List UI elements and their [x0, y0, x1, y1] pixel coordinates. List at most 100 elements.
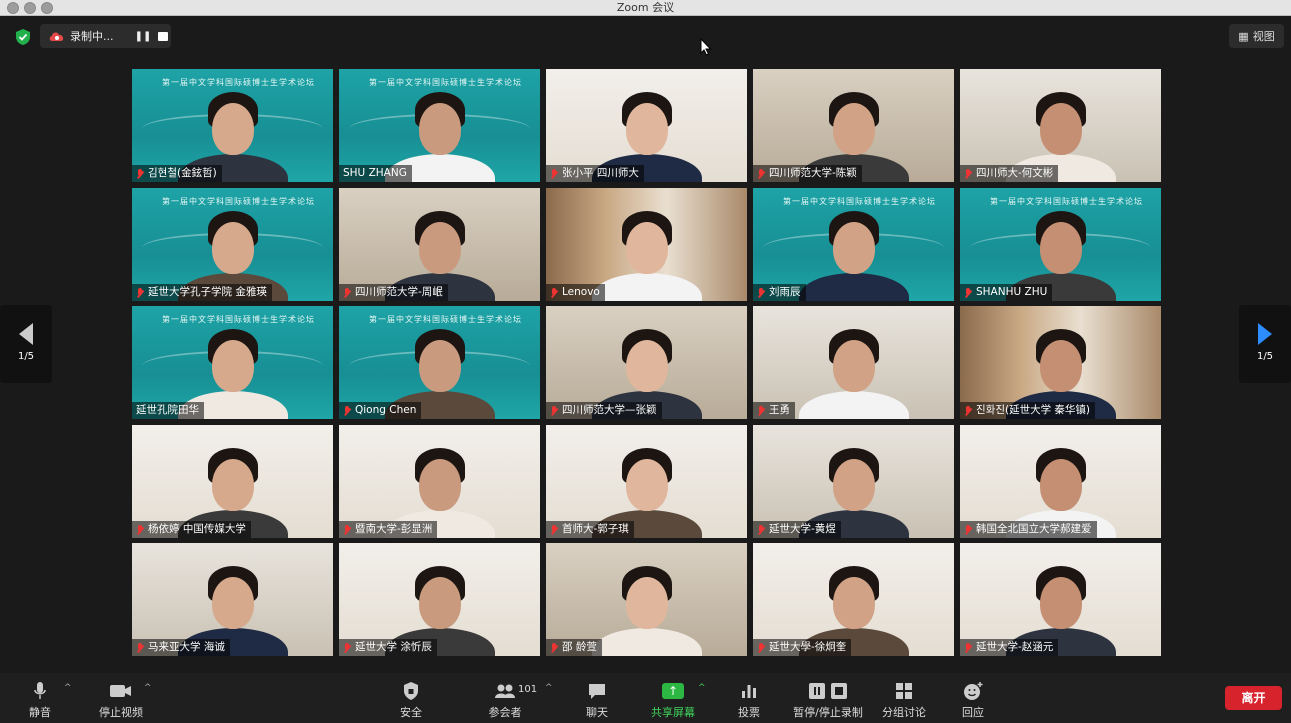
participant-name-label: 延世大学孔子学院 金雅瑛 — [132, 284, 272, 301]
audio-options-chevron-icon[interactable]: ^ — [64, 683, 72, 693]
participant-tile[interactable]: 延世大学-黄煜 — [753, 425, 954, 538]
participant-tile[interactable]: 暨南大学-彭显洲 — [339, 425, 540, 538]
stop-video-button[interactable]: 停止视频 — [96, 673, 146, 723]
participant-tile[interactable]: 张小平 四川师大 — [546, 69, 747, 182]
participant-tile[interactable]: 第一届中文学科国际硕博士生学术论坛 김현철(金鉉哲) — [132, 69, 333, 182]
next-page-button[interactable]: 1/5 — [1239, 305, 1291, 383]
participant-tile[interactable]: 邵 龄萱 — [546, 543, 747, 656]
reactions-button[interactable]: 回应 — [960, 673, 986, 723]
stop-recording-button[interactable] — [158, 31, 168, 41]
shield-icon — [396, 679, 426, 703]
window-title: Zoom 会议 — [616, 1, 675, 14]
participant-face — [832, 221, 875, 274]
participant-face — [625, 576, 668, 629]
security-button[interactable]: 安全 — [396, 673, 426, 723]
previous-page-button[interactable]: 1/5 — [0, 305, 52, 383]
muted-microphone-icon — [964, 287, 972, 298]
muted-microphone-icon — [964, 405, 972, 416]
participant-name-label: SHU ZHANG — [339, 165, 412, 182]
muted-microphone-icon — [550, 287, 558, 298]
participant-name: SHU ZHANG — [343, 167, 407, 179]
participant-tile[interactable]: 王勇 — [753, 306, 954, 419]
muted-microphone-icon — [550, 168, 558, 179]
participant-face — [211, 458, 254, 511]
leave-meeting-button[interactable]: 离开 — [1225, 686, 1282, 710]
participant-name: 刘雨辰 — [769, 286, 801, 298]
participant-face — [625, 102, 668, 155]
participant-tile[interactable]: Lenovo — [546, 188, 747, 301]
participant-name: 延世大學-徐炯奎 — [769, 641, 847, 653]
security-label: 安全 — [400, 706, 422, 719]
virtual-background-banner: 第一届中文学科国际硕博士生学术论坛 — [369, 315, 522, 324]
virtual-background-banner: 第一届中文学科国际硕博士生学术论坛 — [369, 78, 522, 87]
participant-face — [211, 339, 254, 392]
participant-tile[interactable]: 第一届中文学科国际硕博士生学术论坛 延世孔院田华 — [132, 306, 333, 419]
participant-name-label: 王勇 — [753, 402, 795, 419]
participant-tile[interactable]: 第一届中文学科国际硕博士生学术论坛 延世大学孔子学院 金雅瑛 — [132, 188, 333, 301]
video-options-chevron-icon[interactable]: ^ — [144, 683, 152, 693]
share-screen-icon: ↑ — [650, 679, 696, 703]
mute-button[interactable]: 静音 — [22, 673, 58, 723]
pause-recording-button[interactable]: ❚❚ — [134, 31, 152, 42]
participant-tile[interactable]: 延世大學-徐炯奎 — [753, 543, 954, 656]
participants-options-chevron-icon[interactable]: ^ — [545, 683, 553, 693]
participant-tile[interactable]: 马来亚大学 海诚 — [132, 543, 333, 656]
chat-button[interactable]: 聊天 — [583, 673, 611, 723]
share-options-chevron-icon[interactable]: ^ — [698, 683, 706, 693]
participant-tile[interactable]: 韩国全北国立大学郝建爱 — [960, 425, 1161, 538]
participant-face — [418, 221, 461, 274]
participant-name: 延世大学-黄煜 — [769, 523, 836, 535]
arrow-right-icon — [1258, 323, 1272, 345]
recording-indicator: 录制中... ❚❚ — [40, 24, 171, 48]
participant-tile[interactable]: 首师大-郭子琪 — [546, 425, 747, 538]
participant-tile[interactable]: 杨依婷 中国传媒大学 — [132, 425, 333, 538]
participant-face — [1039, 458, 1082, 511]
participant-tile[interactable]: 第一届中文学科国际硕博士生学术论坛 SHANHU ZHU — [960, 188, 1161, 301]
participant-face — [1039, 221, 1082, 274]
participant-tile[interactable]: 第一届中文学科国际硕博士生学术论坛 刘雨辰 — [753, 188, 954, 301]
participant-name-label: 邵 龄萱 — [546, 639, 602, 656]
poll-button[interactable]: 投票 — [737, 673, 761, 723]
security-shield-icon[interactable] — [14, 28, 32, 46]
participant-name-label: 진화진(延世大学 秦华镇) — [960, 402, 1096, 419]
participant-name: SHANHU ZHU — [976, 286, 1048, 298]
participant-name-label: 김현철(金鉉哲) — [132, 165, 222, 182]
smiley-plus-icon — [960, 679, 986, 703]
muted-microphone-icon — [964, 642, 972, 653]
participant-tile[interactable]: 四川师范大学-周岷 — [339, 188, 540, 301]
participant-name: 진화진(延世大学 秦华镇) — [976, 404, 1091, 416]
breakout-rooms-button[interactable]: 分组讨论 — [880, 673, 928, 723]
participant-face — [625, 339, 668, 392]
participants-button[interactable]: 参会者 — [486, 673, 524, 723]
mute-label: 静音 — [29, 706, 51, 719]
participant-name: 延世大学 涂忻辰 — [355, 641, 432, 653]
participant-tile[interactable]: 延世大学-赵涵元 — [960, 543, 1161, 656]
participant-name-label: 四川师范大学-周岷 — [339, 284, 448, 301]
share-screen-label: 共享屏幕 — [651, 706, 695, 719]
participant-face — [832, 339, 875, 392]
muted-microphone-icon — [964, 168, 972, 179]
participant-tile[interactable]: 四川师范大学-陈颖 — [753, 69, 954, 182]
page-indicator-left: 1/5 — [17, 351, 35, 362]
muted-microphone-icon — [343, 287, 351, 298]
participant-face — [1039, 576, 1082, 629]
pause-stop-recording-button[interactable]: 暂停/停止录制 — [792, 673, 864, 723]
participant-tile[interactable]: 延世大学 涂忻辰 — [339, 543, 540, 656]
reactions-label: 回应 — [962, 706, 984, 719]
participant-tile[interactable]: 第一届中文学科国际硕博士生学术论坛 SHU ZHANG — [339, 69, 540, 182]
participant-tile[interactable]: 第一届中文学科国际硕博士生学术论坛 Qiong Chen — [339, 306, 540, 419]
participant-name: 暨南大学-彭显洲 — [355, 523, 433, 535]
view-button[interactable]: ▦ 视图 — [1229, 24, 1284, 48]
share-screen-button[interactable]: ↑ 共享屏幕 — [650, 673, 696, 723]
participant-tile[interactable]: 四川师范大学—张颖 — [546, 306, 747, 419]
participant-name-label: 延世大學-徐炯奎 — [753, 639, 852, 656]
participant-tile[interactable]: 四川师大-何文彬 — [960, 69, 1161, 182]
muted-microphone-icon — [136, 168, 144, 179]
muted-microphone-icon — [757, 168, 765, 179]
participant-name-label: 四川师范大学-陈颖 — [753, 165, 862, 182]
participants-label: 参会者 — [488, 706, 522, 719]
muted-microphone-icon — [550, 524, 558, 535]
participant-name: 首师大-郭子琪 — [562, 523, 629, 535]
participant-tile[interactable]: 진화진(延世大学 秦华镇) — [960, 306, 1161, 419]
participant-face — [211, 576, 254, 629]
